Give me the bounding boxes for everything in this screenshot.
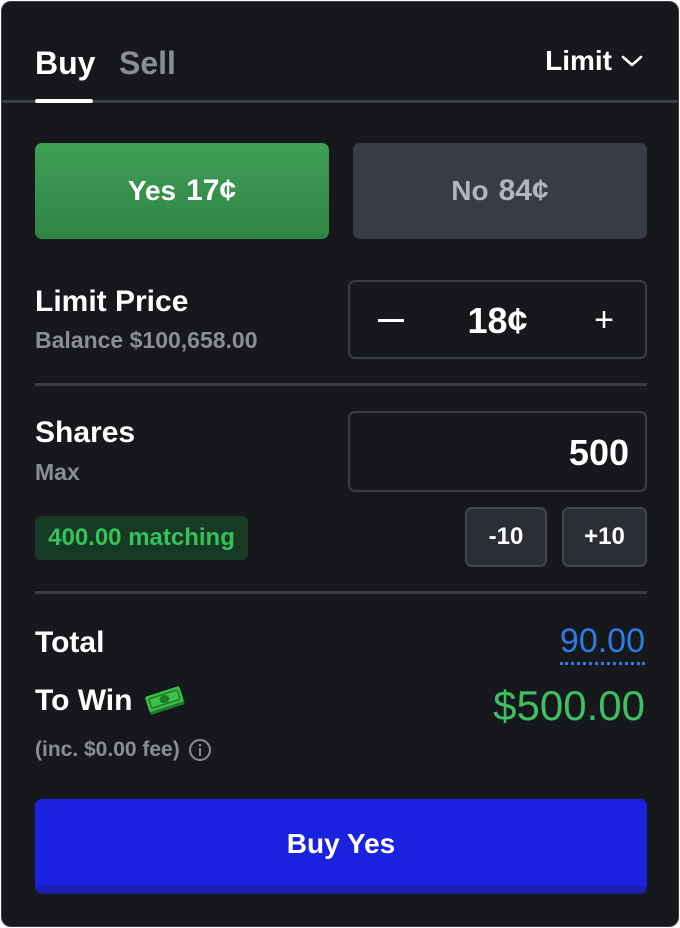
- section-divider: [35, 383, 647, 386]
- fee-note: (inc. $0.00 fee): [35, 738, 212, 762]
- max-button[interactable]: Max: [35, 459, 80, 486]
- order-type-label: Limit: [545, 45, 612, 76]
- order-panel: Buy Sell Limit Yes 17¢ No 84¢ Limit Pric…: [1, 1, 679, 927]
- tab-buy[interactable]: Buy: [35, 44, 95, 82]
- yes-label: Yes: [127, 175, 177, 206]
- shares-label: Shares: [35, 416, 136, 449]
- to-win-label: To Win: [35, 684, 133, 717]
- total-label: Total: [35, 626, 105, 659]
- to-win-value: $500.00: [493, 682, 645, 729]
- limit-price-label: Limit Price: [35, 285, 189, 318]
- limit-price-stepper: 18¢ +: [348, 280, 647, 359]
- shares-input[interactable]: 500: [348, 411, 647, 492]
- active-tab-indicator: [35, 99, 93, 103]
- balance-text: Balance $100,658.00: [35, 327, 258, 353]
- total-value[interactable]: 90.00: [559, 622, 645, 665]
- chevron-down-icon: [621, 55, 643, 67]
- tab-sell[interactable]: Sell: [119, 44, 176, 82]
- to-win-row: To Win: [35, 684, 186, 718]
- yes-price: 17¢: [186, 174, 237, 207]
- yes-outcome-button[interactable]: Yes 17¢: [35, 143, 329, 239]
- fee-text: (inc. $0.00 fee): [35, 738, 180, 761]
- matching-badge: 400.00 matching: [35, 516, 248, 560]
- money-icon: [145, 686, 185, 715]
- increase-shares-button[interactable]: +10: [562, 507, 647, 567]
- plus-icon: +: [594, 300, 614, 339]
- no-price: 84¢: [498, 174, 549, 207]
- tabs-divider: [2, 100, 678, 103]
- info-icon[interactable]: [188, 738, 212, 762]
- no-label: No: [451, 175, 489, 206]
- no-outcome-button[interactable]: No 84¢: [353, 143, 647, 239]
- buy-yes-button[interactable]: Buy Yes: [35, 799, 647, 894]
- order-type-dropdown[interactable]: Limit: [545, 44, 644, 78]
- shares-value: 500: [568, 432, 629, 473]
- increase-price-button[interactable]: +: [589, 298, 619, 342]
- section-divider: [35, 591, 647, 594]
- decrease-shares-button[interactable]: -10: [465, 507, 547, 567]
